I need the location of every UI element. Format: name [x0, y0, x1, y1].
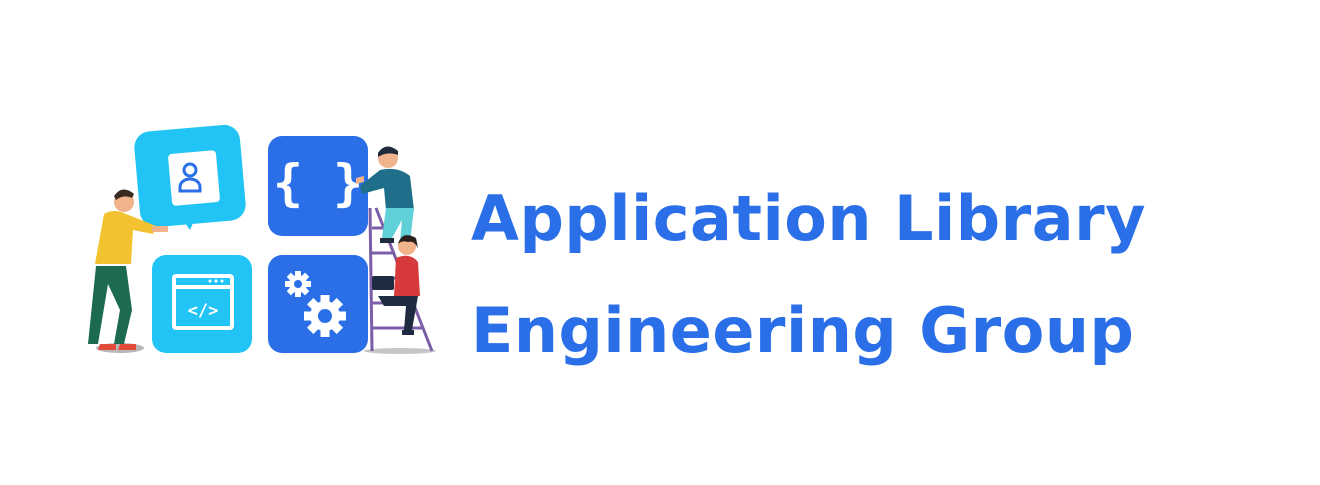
- brand-wordmark: Application Library Engineering Group: [471, 163, 1146, 387]
- gears-tile: [268, 255, 368, 353]
- woman-laptop-figure: [372, 235, 420, 335]
- brand-line-2: Engineering Group: [471, 294, 1135, 367]
- braces-tile: { }: [268, 136, 368, 236]
- brand-line-1: Application Library: [471, 182, 1147, 255]
- curly-braces-icon: { }: [273, 154, 363, 212]
- code-window-tile: </>: [152, 255, 252, 353]
- svg-text:</>: </>: [188, 301, 219, 321]
- profile-tile: [134, 124, 246, 230]
- logo-illustration: { } </>: [0, 0, 460, 481]
- ground-shadow-right: [364, 348, 436, 354]
